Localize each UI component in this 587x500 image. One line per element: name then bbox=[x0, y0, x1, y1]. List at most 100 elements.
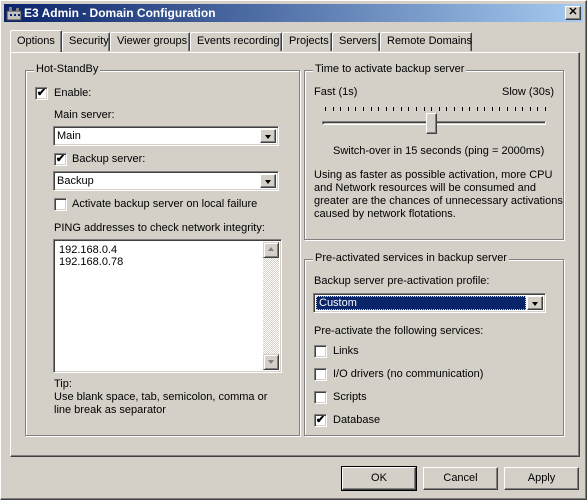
slider-tick bbox=[439, 107, 440, 111]
chevron-down-icon[interactable] bbox=[260, 129, 276, 143]
fast-label: Fast (1s) bbox=[314, 86, 358, 98]
window-title: E3 Admin - Domain Configuration bbox=[24, 6, 216, 20]
tip-line-1: Use blank space, tab, semicolon, comma o… bbox=[54, 391, 268, 403]
hot-standby-group: Hot-StandBy ✔ Enable: Main server: Main … bbox=[25, 63, 300, 436]
ok-button[interactable]: OK bbox=[341, 466, 417, 491]
main-server-value: Main bbox=[57, 130, 81, 142]
ping-address-item: 192.168.0.4 bbox=[59, 244, 118, 256]
service-links-checkbox[interactable] bbox=[314, 345, 327, 358]
description-line-4: caused by network flotations. bbox=[314, 208, 456, 220]
service-scripts-label: Scripts bbox=[333, 391, 367, 403]
check-icon: ✔ bbox=[55, 153, 66, 165]
backup-server-label: Backup server: bbox=[72, 153, 146, 165]
services-label: Pre-activate the following services: bbox=[314, 325, 484, 337]
profile-label: Backup server pre-activation profile: bbox=[314, 275, 490, 287]
enable-label: Enable: bbox=[54, 87, 92, 99]
slider-tick bbox=[537, 107, 538, 111]
slider-tick bbox=[416, 107, 417, 111]
cancel-button[interactable]: Cancel bbox=[423, 467, 498, 490]
tab-servers[interactable]: Servers bbox=[332, 32, 380, 51]
slow-label: Slow (30s) bbox=[502, 86, 554, 98]
service-database-checkbox[interactable]: ✔ bbox=[314, 414, 327, 427]
slider-tick bbox=[393, 107, 394, 111]
tab-viewer-groups[interactable]: Viewer groups bbox=[110, 32, 190, 51]
slider-tick bbox=[355, 107, 356, 111]
profile-value: Custom bbox=[316, 296, 526, 310]
profile-select[interactable]: Custom bbox=[313, 293, 546, 313]
backup-server-checkbox[interactable]: ✔ bbox=[54, 153, 67, 166]
description-line-3: greater are the chances of unnecessary a… bbox=[314, 195, 563, 207]
preactivated-services-title: Pre-activated services in backup server bbox=[313, 252, 509, 264]
tip-line-2: line break as separator bbox=[54, 404, 166, 416]
close-icon: ✕ bbox=[568, 6, 578, 18]
slider-tick bbox=[469, 107, 470, 111]
slider-tick bbox=[530, 107, 531, 111]
slider-tick bbox=[545, 107, 546, 111]
e3-app-icon bbox=[6, 7, 22, 21]
tab-options[interactable]: Options bbox=[10, 30, 62, 52]
slider-tick bbox=[492, 107, 493, 111]
description-line-2: and Network resources will be consumed a… bbox=[314, 182, 536, 194]
title-bar[interactable]: E3 Admin - Domain Configuration ✕ bbox=[4, 4, 583, 22]
ping-addresses-label: PING addresses to check network integrit… bbox=[54, 222, 265, 234]
ok-label: OK bbox=[371, 472, 387, 484]
preactivated-services-group: Pre-activated services in backup server … bbox=[304, 252, 564, 436]
switchover-text: Switch-over in 15 seconds (ping = 2000ms… bbox=[333, 145, 545, 157]
ping-scrollbar[interactable] bbox=[263, 242, 279, 370]
slider-tick bbox=[363, 107, 364, 111]
tip-title: Tip: bbox=[54, 378, 72, 390]
slider-tick bbox=[484, 107, 485, 111]
slider-tick bbox=[378, 107, 379, 111]
tab-label: Viewer groups bbox=[117, 35, 188, 47]
tab-label: Events recording bbox=[197, 35, 280, 47]
ping-addresses-textarea[interactable]: 192.168.0.4 192.168.0.78 bbox=[53, 239, 282, 373]
slider-tick bbox=[424, 107, 425, 111]
check-icon: ✔ bbox=[315, 414, 326, 426]
tab-events-recording[interactable]: Events recording bbox=[190, 32, 282, 51]
check-icon: ✔ bbox=[36, 87, 47, 99]
main-server-label: Main server: bbox=[54, 109, 115, 121]
chevron-down-icon[interactable] bbox=[527, 296, 543, 310]
tab-projects[interactable]: Projects bbox=[282, 32, 332, 51]
chevron-down-icon[interactable] bbox=[260, 174, 276, 188]
service-scripts-checkbox[interactable] bbox=[314, 391, 327, 404]
slider-tick bbox=[499, 107, 500, 111]
slider-tick bbox=[325, 107, 326, 111]
domain-config-window: E3 Admin - Domain Configuration ✕ Option… bbox=[0, 0, 587, 500]
apply-button[interactable]: Apply bbox=[504, 467, 579, 490]
main-server-select[interactable]: Main bbox=[53, 126, 279, 146]
slider-tick bbox=[408, 107, 409, 111]
hot-standby-title: Hot-StandBy bbox=[34, 63, 101, 75]
tab-label: Security bbox=[69, 35, 109, 47]
tab-label: Projects bbox=[289, 35, 329, 47]
slider-tick bbox=[340, 107, 341, 111]
tab-label: Remote Domains bbox=[387, 35, 472, 47]
slider-tick bbox=[446, 107, 447, 111]
activate-local-failure-checkbox[interactable] bbox=[54, 198, 67, 211]
service-links-label: Links bbox=[333, 345, 359, 357]
activate-local-failure-label: Activate backup server on local failure bbox=[72, 198, 258, 210]
enable-checkbox[interactable]: ✔ bbox=[35, 87, 48, 100]
slider-tick bbox=[333, 107, 334, 111]
slider-tick bbox=[386, 107, 387, 111]
slider-tick bbox=[371, 107, 372, 111]
slider-tick bbox=[515, 107, 516, 111]
activation-time-slider[interactable] bbox=[426, 113, 437, 134]
slider-tick bbox=[348, 107, 349, 111]
slider-tick bbox=[522, 107, 523, 111]
scroll-down-icon[interactable] bbox=[263, 354, 279, 370]
slider-tick bbox=[462, 107, 463, 111]
slider-tick bbox=[454, 107, 455, 111]
activation-time-title: Time to activate backup server bbox=[313, 63, 467, 75]
backup-server-select[interactable]: Backup bbox=[53, 171, 279, 191]
tab-remote-domains[interactable]: Remote Domains bbox=[380, 32, 472, 51]
service-io-drivers-label: I/O drivers (no communication) bbox=[333, 368, 484, 380]
close-button[interactable]: ✕ bbox=[565, 6, 581, 20]
service-database-label: Database bbox=[333, 414, 381, 426]
scroll-up-icon[interactable] bbox=[263, 242, 279, 258]
service-io-drivers-checkbox[interactable] bbox=[314, 368, 327, 381]
backup-server-value: Backup bbox=[57, 175, 94, 187]
tab-security[interactable]: Security bbox=[62, 32, 110, 51]
activation-time-group: Time to activate backup server Fast (1s)… bbox=[304, 63, 564, 240]
slider-tick bbox=[507, 107, 508, 111]
